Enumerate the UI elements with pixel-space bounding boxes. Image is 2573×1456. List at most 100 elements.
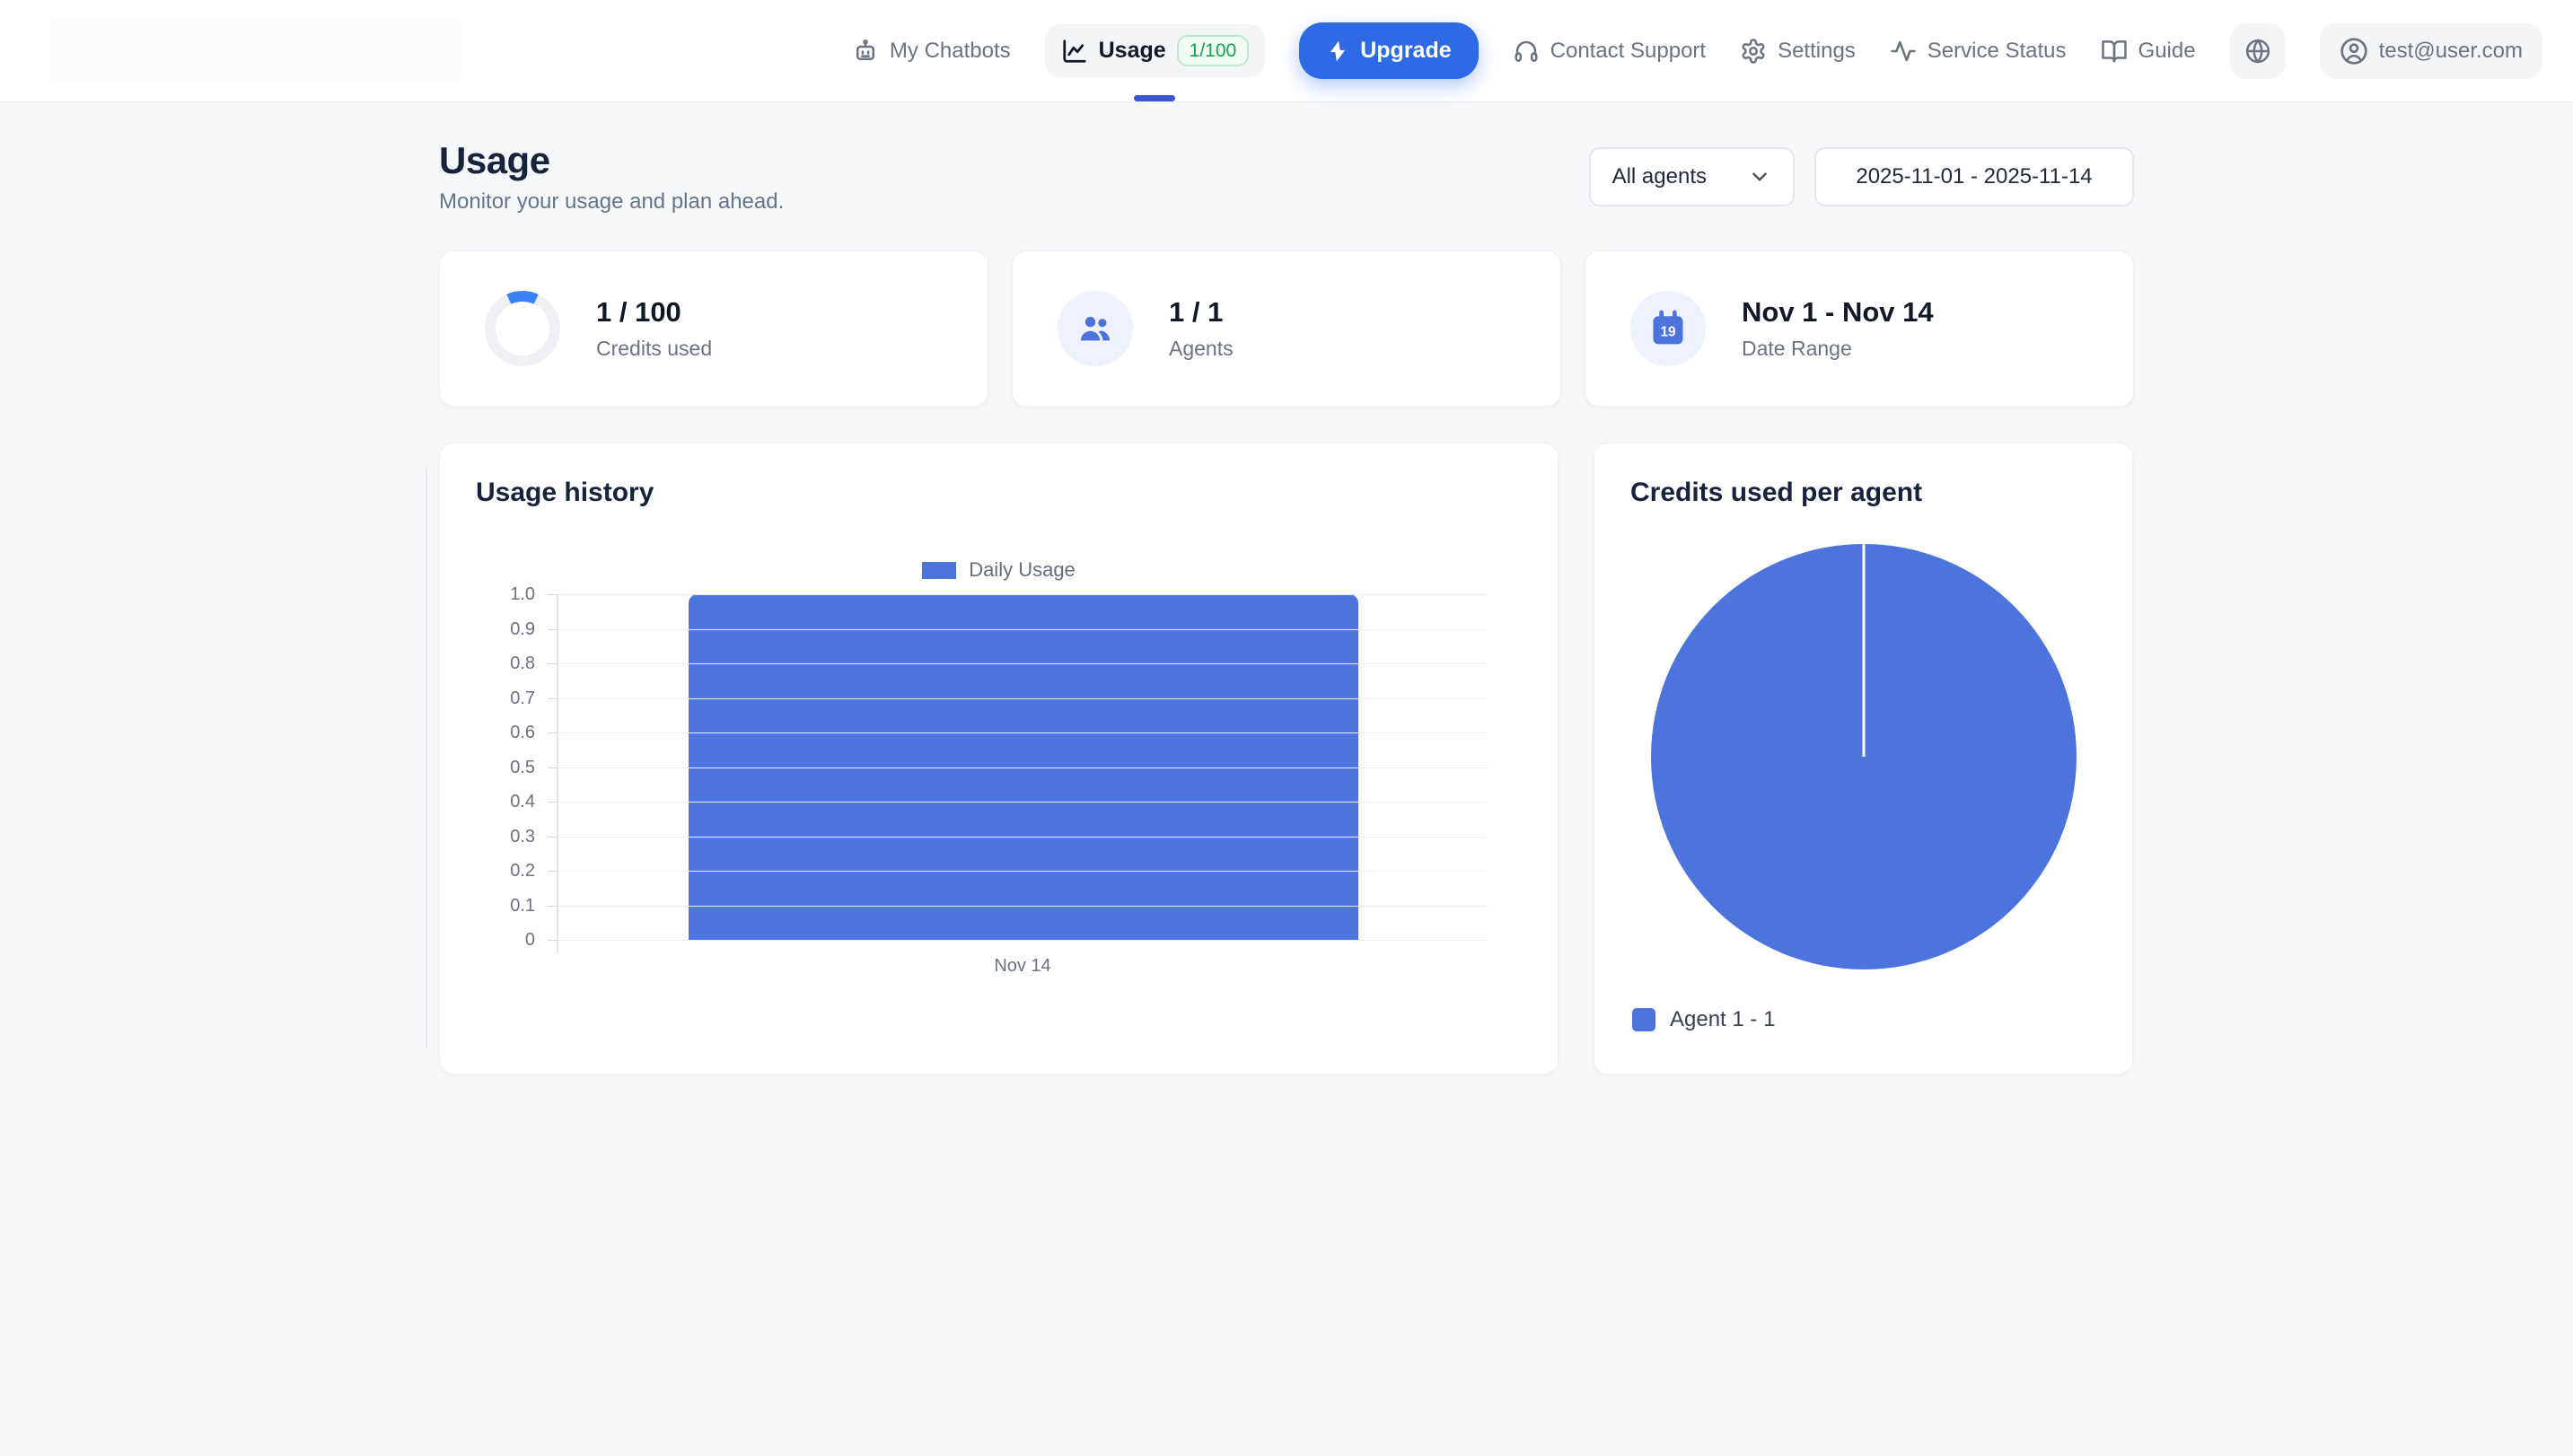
gridline [558, 663, 1488, 664]
gridline [558, 837, 1488, 838]
stat-card-date-range: 19 Nov 1 - Nov 14 Date Range [1585, 250, 2134, 407]
nav-item-settings[interactable]: Settings [1740, 38, 1856, 65]
usage-credits-badge: 1/100 [1177, 35, 1250, 66]
bar-chart-y-axis: 1.00.90.80.70.60.50.40.30.20.10 [476, 594, 535, 940]
gridline [558, 871, 1488, 872]
gridline [558, 698, 1488, 699]
y-tick-label: 0 [525, 931, 535, 949]
nav-label-my-chatbots: My Chatbots [890, 39, 1011, 64]
y-tick-label: 0.4 [510, 793, 535, 811]
nav-items: My Chatbots Usage 1/100 Upgrade Contact … [852, 22, 2542, 79]
book-open-icon [2101, 38, 2128, 65]
agents-label: Agents [1169, 337, 1234, 361]
stat-cards-row: 1 / 100 Credits used 1 / 1 Agents [439, 250, 2134, 407]
nav-item-guide[interactable]: Guide [2101, 38, 2196, 65]
y-tick-mark [548, 594, 557, 595]
y-tick-mark [548, 802, 557, 803]
pie-slice-seam [1862, 544, 1865, 757]
users-icon [1076, 309, 1115, 348]
active-tab-indicator [1134, 95, 1175, 101]
gridline [558, 906, 1488, 907]
y-tick-mark [548, 906, 557, 907]
agent-filter-select[interactable]: All agents [1589, 147, 1795, 206]
y-tick-label: 0.3 [510, 828, 535, 846]
bar-plot [557, 594, 1488, 940]
y-tick-label: 0.6 [510, 724, 535, 741]
headset-icon [1513, 38, 1540, 65]
language-button[interactable] [2230, 23, 2286, 79]
user-avatar-icon [2340, 37, 2368, 66]
legend-swatch-agent-1 [1632, 1008, 1655, 1031]
usage-history-title: Usage history [476, 478, 1522, 508]
y-tick-mark [548, 629, 557, 630]
globe-icon [2244, 38, 2271, 65]
scroll-rail-line [426, 468, 427, 1049]
legend-label-daily-usage: Daily Usage [969, 558, 1076, 582]
gridline [558, 940, 1488, 941]
stat-card-agents: 1 / 1 Agents [1012, 250, 1561, 407]
logo-placeholder [49, 18, 462, 84]
svg-text:19: 19 [1660, 324, 1675, 339]
credits-progress-ring [485, 291, 560, 366]
date-range-card-label: Date Range [1742, 337, 1934, 361]
upgrade-label: Upgrade [1360, 38, 1451, 64]
activity-pulse-icon [1890, 38, 1917, 65]
credits-label: Credits used [596, 337, 712, 361]
nav-item-usage[interactable]: Usage 1/100 [1045, 24, 1266, 77]
main-content: Usage Monitor your usage and plan ahead.… [439, 102, 2134, 1074]
legend-label-agent-1: Agent 1 - 1 [1670, 1007, 1775, 1032]
line-chart-icon [1061, 38, 1088, 65]
pie-chart-area [1630, 508, 2096, 1005]
nav-item-service-status[interactable]: Service Status [1890, 38, 2067, 65]
calendar-icon: 19 [1648, 309, 1688, 348]
page-subtitle: Monitor your usage and plan ahead. [439, 189, 784, 215]
y-tick-label: 0.7 [510, 689, 535, 707]
gridline [558, 732, 1488, 733]
nav-label-contact-support: Contact Support [1550, 39, 1706, 64]
y-tick-label: 1.0 [510, 585, 535, 603]
charts-row: Usage history Daily Usage 1.0 0.9 0.8 0.7 0.… [439, 443, 2134, 1074]
y-tick-mark [548, 732, 557, 733]
gridline [558, 629, 1488, 630]
y-tick-mark [548, 698, 557, 699]
date-range-card-value: Nov 1 - Nov 14 [1742, 296, 1934, 329]
nav-label-service-status: Service Status [1928, 39, 2067, 64]
user-account-button[interactable]: test@user.com [2320, 23, 2542, 79]
date-range-input[interactable]: 2025-11-01 - 2025-11-14 [1814, 147, 2134, 206]
nav-item-my-chatbots[interactable]: My Chatbots [852, 38, 1011, 65]
agent-filter-value: All agents [1612, 164, 1707, 189]
page-header: Usage Monitor your usage and plan ahead.… [439, 139, 2134, 215]
nav-label-guide: Guide [2138, 39, 2196, 64]
calendar-icon-circle: 19 [1630, 291, 1706, 366]
user-email: test@user.com [2379, 39, 2523, 64]
usage-history-card: Usage history Daily Usage 1.0 0.9 0.8 0.7 0.… [439, 443, 1559, 1074]
y-tick-mark [548, 767, 557, 768]
nav-label-settings: Settings [1778, 39, 1856, 64]
y-tick-mark [548, 663, 557, 664]
agents-value: 1 / 1 [1169, 296, 1234, 329]
stat-card-credits: 1 / 100 Credits used [439, 250, 988, 407]
credits-per-agent-card: Credits used per agent Agent 1 - 1 [1594, 443, 2133, 1074]
credits-per-agent-title: Credits used per agent [1630, 478, 2096, 508]
y-tick-mark [548, 871, 557, 872]
y-tick-label: 0.2 [510, 862, 535, 880]
bar-chart-x-label: Nov 14 [557, 956, 1488, 977]
bar-chart-legend: Daily Usage [476, 558, 1522, 582]
legend-swatch-daily-usage [922, 562, 956, 579]
y-tick-mark [548, 940, 557, 941]
gridline [558, 802, 1488, 803]
lightning-bolt-icon [1326, 39, 1349, 63]
top-navbar: My Chatbots Usage 1/100 Upgrade Contact … [0, 0, 2573, 102]
pie-chart[interactable] [1651, 544, 2077, 969]
y-tick-label: 0.9 [510, 620, 535, 638]
gridline [558, 594, 1488, 595]
y-tick-label: 0.8 [510, 654, 535, 672]
gear-icon [1740, 38, 1767, 65]
y-tick-mark [548, 837, 557, 838]
agents-icon-circle [1058, 291, 1133, 366]
nav-label-usage: Usage [1099, 38, 1166, 64]
bar-chart: 1.00.90.80.70.60.50.40.30.20.10 Nov 14 [476, 594, 1522, 980]
date-range-value: 2025-11-01 - 2025-11-14 [1856, 164, 2092, 189]
nav-item-contact-support[interactable]: Contact Support [1513, 38, 1706, 65]
upgrade-button[interactable]: Upgrade [1299, 22, 1478, 79]
